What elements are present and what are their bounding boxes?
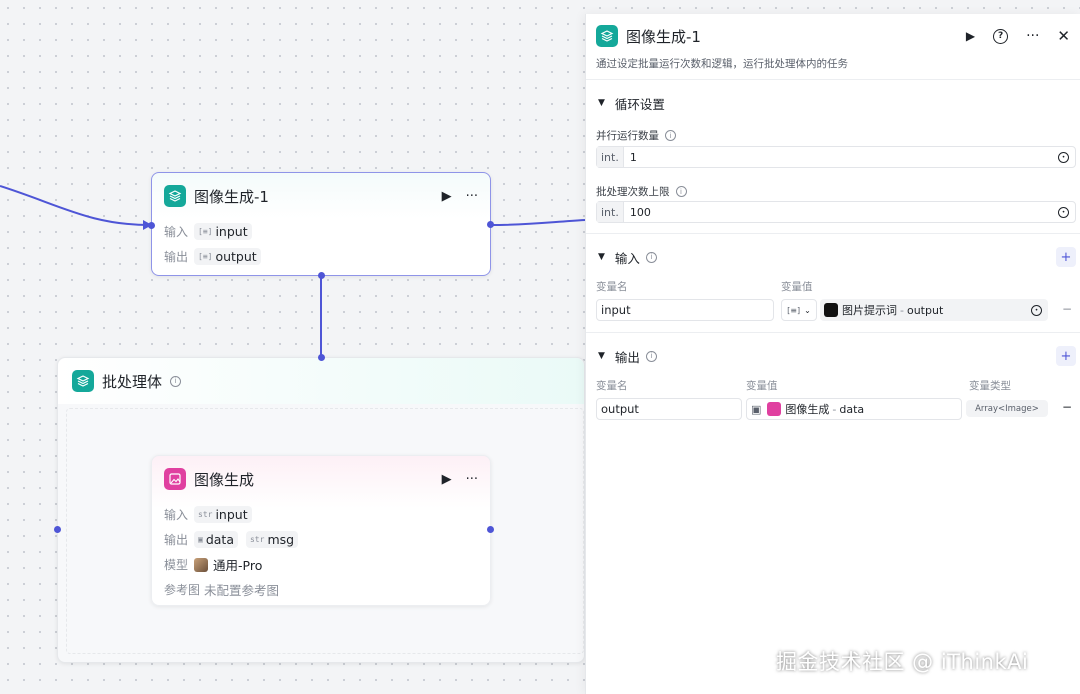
batch-title: 批处理体	[102, 372, 163, 391]
variable-ref-icon[interactable]: •	[1058, 206, 1069, 218]
node-title: 图像生成-1	[194, 187, 269, 206]
ref-label: 参考图	[164, 583, 201, 597]
add-input-button[interactable]: +	[1056, 247, 1076, 267]
field-label: 并行运行数量	[596, 130, 659, 142]
panel-title: 图像生成-1	[626, 27, 701, 46]
port-top-bottom[interactable]	[318, 272, 325, 279]
remove-input-button[interactable]: −	[1062, 302, 1072, 316]
output-type-badge: Array<Image>	[966, 400, 1048, 417]
info-icon[interactable]: i	[665, 130, 676, 141]
image-node-icon	[767, 402, 782, 416]
col-header-name: 变量名	[596, 281, 628, 293]
model-value: 通用-Pro	[213, 558, 263, 573]
node-image-gen[interactable]: 图像生成 ▶ ··· 输入 str input 输出 ▣ data str msg 模…	[151, 455, 491, 606]
batch-icon	[72, 370, 94, 392]
input-type-select[interactable]: [≡] ⌄	[781, 299, 817, 321]
input-var-name-field[interactable]: input	[596, 299, 774, 321]
section-loop-header[interactable]: ▼ 循环设置	[586, 92, 1080, 114]
type-prefix: int.	[597, 202, 624, 222]
node-settings-panel: 图像生成-1 ▶ ? ··· ✕ 通过设定批量运行次数和逻辑，运行批处理体内的任…	[585, 14, 1080, 694]
output-ref-value[interactable]: ▣ 图像生成 - data	[746, 398, 962, 420]
input-var-tag: str input	[194, 506, 252, 523]
variable-ref-icon[interactable]: •	[1031, 304, 1042, 316]
max-iterations-input[interactable]: int. 100 •	[596, 201, 1076, 223]
run-icon[interactable]: ▶	[442, 472, 452, 487]
divider	[586, 332, 1080, 333]
more-icon[interactable]: ···	[466, 189, 478, 204]
port-batch-left[interactable]	[54, 526, 61, 533]
run-icon[interactable]: ▶	[442, 189, 452, 204]
ref-value: 未配置参考图	[204, 583, 280, 598]
layers-icon	[596, 25, 618, 47]
chevron-down-icon: ⌄	[804, 305, 811, 315]
divider	[586, 233, 1080, 234]
model-label: 模型	[164, 558, 189, 572]
help-icon[interactable]: ?	[993, 28, 1009, 44]
output-var-name-field[interactable]: output	[596, 398, 742, 420]
image-icon	[164, 468, 186, 490]
input-ref-value[interactable]: 图片提示词 - output •	[820, 299, 1048, 321]
model-avatar	[194, 557, 208, 572]
col-header-value: 变量值	[746, 380, 778, 392]
field-label: 批处理次数上限	[596, 186, 670, 198]
input-label: 输入	[164, 225, 189, 239]
chevron-down-icon: ▼	[598, 98, 605, 108]
port-top-in[interactable]	[148, 222, 155, 229]
type-prefix: int.	[597, 147, 624, 167]
section-title: 输入	[614, 250, 640, 266]
info-icon[interactable]: i	[645, 251, 657, 263]
node-title: 图像生成	[194, 470, 255, 489]
watermark: 掘金技术社区 @ iThinkAi	[776, 650, 1029, 674]
close-icon[interactable]: ✕	[1057, 27, 1070, 45]
section-title: 输出	[614, 349, 640, 365]
port-image-out[interactable]	[487, 526, 494, 533]
chevron-down-icon: ▼	[598, 351, 605, 361]
output-var-tag-msg: str msg	[245, 531, 299, 548]
panel-header: 图像生成-1 ▶ ? ··· ✕ 通过设定批量运行次数和逻辑，运行批处理体内的任…	[586, 14, 1080, 80]
panel-description: 通过设定批量运行次数和逻辑，运行批处理体内的任务	[596, 58, 848, 70]
image-type-icon: ▣	[198, 535, 203, 544]
input-label: 输入	[164, 508, 189, 522]
output-var-tag: [≡] output	[194, 248, 261, 265]
node-batch-image[interactable]: 图像生成-1 ▶ ··· 输入 [≡] input 输出 [≡] output	[151, 172, 491, 276]
section-output-header[interactable]: ▼ 输出 i	[586, 345, 1080, 367]
more-icon[interactable]: ···	[1026, 28, 1039, 44]
port-batch-top[interactable]	[318, 354, 325, 361]
col-header-value: 变量值	[781, 281, 813, 293]
col-header-name: 变量名	[596, 380, 628, 392]
remove-output-button[interactable]: −	[1062, 400, 1072, 414]
list-icon: [≡]	[787, 305, 801, 315]
info-icon[interactable]: i	[170, 375, 182, 387]
prompt-node-icon	[824, 303, 838, 317]
parallel-count-input[interactable]: int. 1 •	[596, 146, 1076, 168]
layers-icon	[164, 185, 186, 207]
list-icon: [≡]	[198, 227, 213, 236]
port-top-out[interactable]	[487, 221, 494, 228]
col-header-type: 变量类型	[969, 380, 1011, 392]
add-output-button[interactable]: +	[1056, 346, 1076, 366]
section-title: 循环设置	[614, 96, 665, 112]
chevron-down-icon: ▼	[598, 252, 605, 262]
info-icon[interactable]: i	[675, 186, 687, 197]
run-icon[interactable]: ▶	[966, 29, 975, 43]
more-icon[interactable]: ···	[466, 472, 478, 487]
section-input-header[interactable]: ▼ 输入 i	[586, 246, 1080, 268]
output-var-tag-data: ▣ data	[194, 531, 238, 548]
input-var-tag: [≡] input	[194, 223, 252, 240]
info-icon[interactable]: i	[645, 350, 657, 362]
max-label-row: 批处理次数上限 i	[586, 184, 687, 199]
variable-ref-icon[interactable]: •	[1058, 151, 1069, 163]
list-icon: [≡]	[198, 252, 213, 261]
output-label: 输出	[164, 533, 189, 547]
output-label: 输出	[164, 250, 189, 264]
parallel-label-row: 并行运行数量 i	[586, 128, 676, 143]
input-value: 1	[629, 150, 637, 164]
input-value: 100	[629, 205, 651, 219]
image-type-icon: ▣	[751, 402, 762, 416]
